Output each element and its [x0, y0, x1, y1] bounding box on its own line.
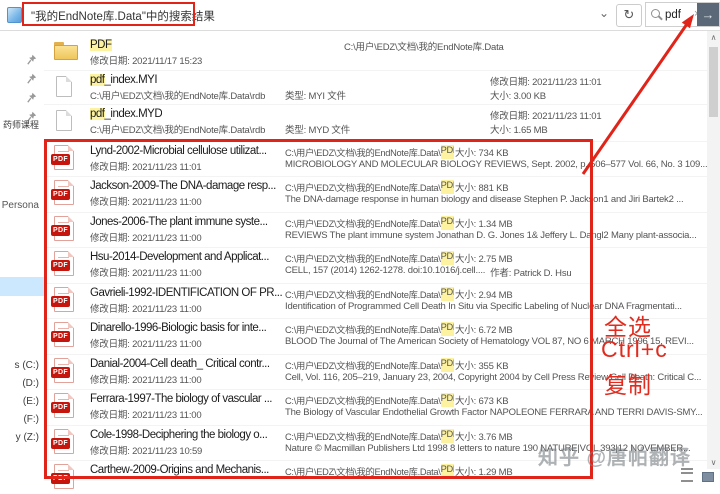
scroll-up-icon[interactable]: ∧ — [707, 33, 720, 42]
annotation-box-results — [44, 139, 593, 479]
address-dropdown-icon[interactable]: ⌄ — [599, 6, 609, 20]
sidebar-item-drive-z[interactable]: y (Z:) — [16, 432, 39, 443]
pin-icon[interactable] — [27, 52, 37, 70]
file-date: 修改日期: 2021/11/17 15:23 — [90, 53, 202, 67]
search-icon — [651, 9, 660, 18]
folder-icon — [54, 42, 78, 60]
file-size: 大小: 3.00 KB — [490, 88, 546, 102]
search-go-button[interactable]: → — [697, 3, 719, 26]
pin-icon[interactable] — [27, 90, 37, 108]
annotation-copy: 复制 — [604, 366, 652, 400]
file-name: pdf_index.MYD — [90, 108, 162, 120]
sidebar-item-onedrive-personal[interactable]: - Persona — [0, 200, 39, 211]
sidebar-item-drive-f[interactable]: (F:) — [23, 414, 39, 425]
file-icon — [56, 110, 72, 131]
sidebar-item-drive-d[interactable]: (D:) — [22, 378, 39, 389]
vertical-scrollbar[interactable]: ∧ ∨ — [707, 31, 720, 469]
search-results-icon — [7, 7, 22, 23]
breadcrumb-chevron-icon[interactable]: › — [207, 8, 211, 20]
file-name: pdf_index.MYI — [90, 74, 157, 86]
file-name: PDF — [90, 39, 112, 51]
refresh-button[interactable]: ↻ — [616, 4, 642, 27]
file-row-pdf-folder[interactable]: PDF 修改日期: 2021/11/17 15:23 C:\用户\EDZ\文档\… — [44, 36, 712, 69]
file-icon — [56, 76, 72, 97]
file-size: 大小: 1.65 MB — [490, 122, 547, 136]
file-type: 类型: MYI 文件 — [285, 88, 346, 102]
thumbnail-view-icon[interactable] — [702, 472, 714, 482]
file-date: 修改日期: 2021/11/23 11:01 — [490, 74, 601, 88]
navigation-pane: 药师课程 - Persona s (C:) (D:) (E:) (F:) y (… — [0, 31, 44, 484]
pin-icon[interactable] — [27, 71, 37, 89]
file-row-pdf-index-myd[interactable]: pdf_index.MYD C:\用户\EDZ\文档\我的EndNote库.Da… — [44, 104, 712, 138]
sidebar-item-drive-e[interactable]: (E:) — [23, 396, 39, 407]
search-box[interactable]: × → — [645, 2, 720, 27]
annotation-shortcut: Ctrl+c — [601, 336, 668, 363]
search-input[interactable] — [665, 6, 693, 23]
file-row-pdf-index-myi[interactable]: pdf_index.MYI C:\用户\EDZ\文档\我的EndNote库.Da… — [44, 70, 712, 104]
details-view-icon[interactable] — [681, 468, 693, 482]
annotation-box-address — [22, 2, 195, 26]
sidebar-item-drive-c[interactable]: s (C:) — [15, 360, 39, 371]
file-path: C:\用户\EDZ\文档\我的EndNote库.Data — [344, 39, 504, 53]
scrollbar-thumb[interactable] — [709, 47, 718, 117]
file-path: C:\用户\EDZ\文档\我的EndNote库.Data\rdb — [90, 122, 265, 136]
sidebar-selected-item[interactable] — [0, 277, 44, 296]
file-date: 修改日期: 2021/11/23 11:01 — [490, 108, 601, 122]
sidebar-item-course[interactable]: 药师课程 — [3, 118, 39, 131]
file-type: 类型: MYD 文件 — [285, 122, 350, 136]
watermark: 知乎 @唐帕翻译 — [538, 441, 691, 470]
file-path: C:\用户\EDZ\文档\我的EndNote库.Data\rdb — [90, 88, 265, 102]
